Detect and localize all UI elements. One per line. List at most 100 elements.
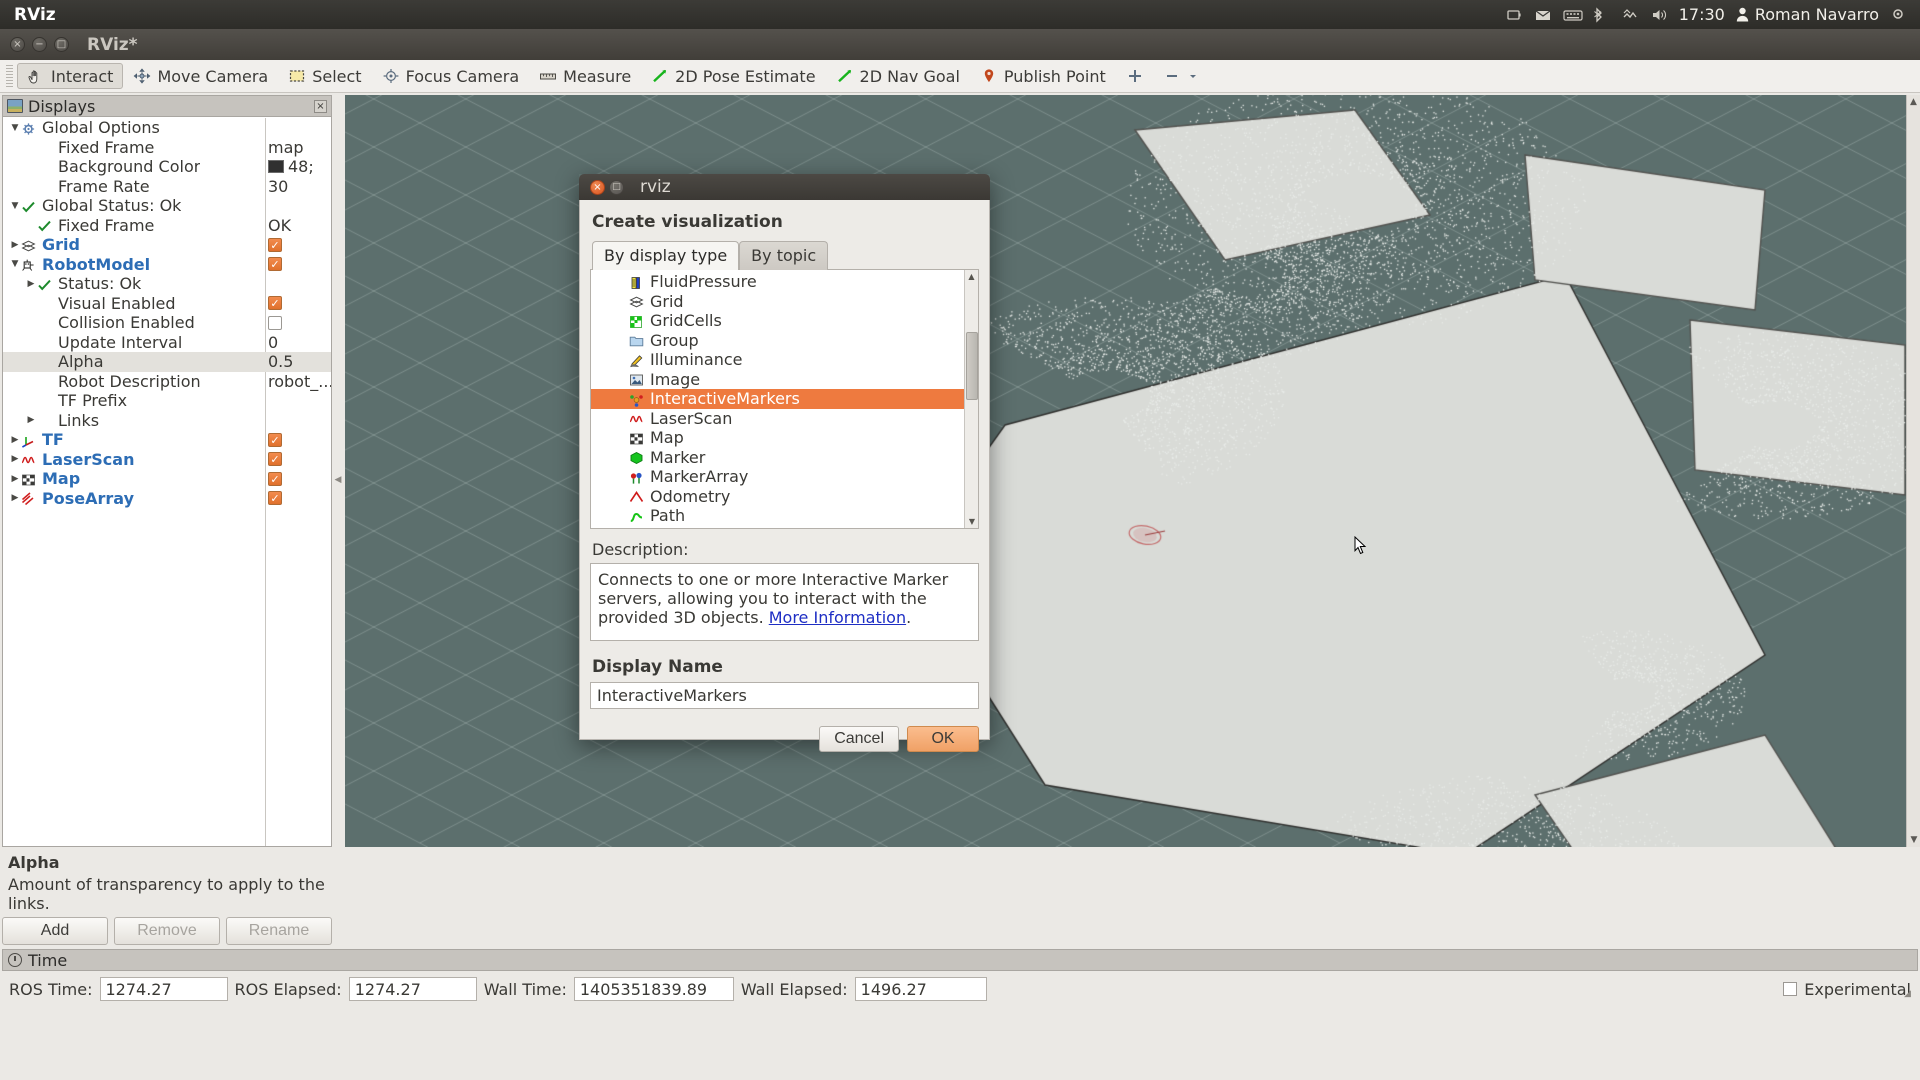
- display-type-item[interactable]: Map: [591, 428, 964, 448]
- tree-row-value[interactable]: 0.5: [268, 352, 293, 372]
- maximize-icon[interactable]: □: [54, 37, 69, 52]
- expand-arrow-closed-icon[interactable]: ▶: [9, 454, 21, 464]
- add-button[interactable]: Add: [2, 917, 108, 945]
- display-type-item[interactable]: Odometry: [591, 487, 964, 507]
- tree-row-value[interactable]: ✓: [268, 489, 282, 509]
- display-type-item[interactable]: Marker: [591, 448, 964, 468]
- tool-add[interactable]: [1116, 63, 1154, 89]
- wall-time-input[interactable]: [574, 977, 734, 1001]
- more-information-link[interactable]: More Information: [769, 608, 906, 627]
- unity-clock[interactable]: 17:30: [1679, 5, 1725, 24]
- tree-row[interactable]: Alpha 0.5: [3, 352, 331, 372]
- session-gear-icon[interactable]: [1890, 6, 1908, 24]
- tool-interact[interactable]: Interact: [17, 63, 123, 89]
- expand-arrow-open-icon[interactable]: ▼: [9, 123, 21, 133]
- display-name-input[interactable]: [590, 682, 979, 709]
- cancel-button[interactable]: Cancel: [819, 726, 899, 752]
- tree-row[interactable]: ▶ Status: Ok: [3, 274, 331, 294]
- tree-row-value[interactable]: map: [268, 138, 304, 158]
- tree-row-value[interactable]: ✓: [268, 450, 282, 470]
- network-icon[interactable]: [1621, 6, 1639, 24]
- expand-arrow-closed-icon[interactable]: ▶: [9, 240, 21, 250]
- tool-publish-point[interactable]: Publish Point: [970, 63, 1116, 89]
- tree-row-value[interactable]: ✓: [268, 294, 282, 314]
- display-type-item[interactable]: InteractiveMarkers: [591, 389, 964, 409]
- scrollbar-thumb[interactable]: [966, 332, 978, 400]
- tool-focus-camera[interactable]: Focus Camera: [372, 63, 530, 89]
- tab-by-topic[interactable]: By topic: [739, 241, 828, 270]
- experimental-checkbox[interactable]: [1783, 982, 1797, 996]
- tree-row-value[interactable]: 48;: [268, 157, 314, 177]
- resize-grip-icon[interactable]: ◢: [1904, 989, 1918, 1003]
- tree-row[interactable]: Background Color 48;: [3, 157, 331, 177]
- mail-icon[interactable]: [1534, 6, 1552, 24]
- tree-row[interactable]: ▼ Global Status: Ok: [3, 196, 331, 216]
- visibility-checkbox[interactable]: ✓: [268, 257, 282, 271]
- tool-remove[interactable]: [1154, 63, 1208, 89]
- display-type-list[interactable]: FluidPressure Grid GridCells Group Illuminan…: [590, 269, 979, 529]
- minimize-icon[interactable]: −: [32, 37, 47, 52]
- tree-row-value[interactable]: OK: [268, 216, 291, 236]
- dialog-maximize-icon[interactable]: □: [609, 180, 624, 195]
- unity-user-menu[interactable]: Roman Navarro: [1736, 5, 1879, 24]
- color-swatch[interactable]: [268, 160, 284, 173]
- display-type-item[interactable]: Image: [591, 370, 964, 390]
- ros-time-input[interactable]: [100, 977, 228, 1001]
- visibility-checkbox[interactable]: ✓: [268, 238, 282, 252]
- expand-arrow-closed-icon[interactable]: ▶: [25, 415, 37, 425]
- expand-arrow-closed-icon[interactable]: ▶: [25, 279, 37, 289]
- display-type-item[interactable]: FluidPressure: [591, 272, 964, 292]
- tree-row[interactable]: ▶ Map ✓: [3, 469, 331, 489]
- expand-arrow-open-icon[interactable]: ▼: [9, 259, 21, 269]
- displays-tree[interactable]: ▼ Global Options Fixed Frame map Background …: [3, 118, 331, 846]
- displays-panel-close-icon[interactable]: ×: [314, 100, 327, 113]
- tool-measure[interactable]: Measure: [529, 63, 641, 89]
- bluetooth-icon[interactable]: [1592, 6, 1610, 24]
- visibility-checkbox[interactable]: ✓: [268, 433, 282, 447]
- display-type-item[interactable]: Illuminance: [591, 350, 964, 370]
- tree-row[interactable]: Robot Description robot_...: [3, 372, 331, 392]
- display-type-item[interactable]: Grid: [591, 292, 964, 312]
- tree-row[interactable]: Collision Enabled: [3, 313, 331, 333]
- view-vertical-scrollbar[interactable]: ▲ ▼: [1906, 95, 1920, 847]
- display-type-item[interactable]: LaserScan: [591, 409, 964, 429]
- tool-select[interactable]: Select: [278, 63, 371, 89]
- wall-elapsed-input[interactable]: [855, 977, 987, 1001]
- battery-icon[interactable]: [1505, 6, 1523, 24]
- scroll-down-icon[interactable]: ▼: [1907, 833, 1920, 847]
- tool-2d-nav-goal[interactable]: 2D Nav Goal: [826, 63, 970, 89]
- tree-row-value[interactable]: 30: [268, 177, 288, 197]
- display-type-item[interactable]: GridCells: [591, 311, 964, 331]
- expand-arrow-closed-icon[interactable]: ▶: [9, 493, 21, 503]
- tree-row-value[interactable]: ✓: [268, 469, 282, 489]
- tree-row[interactable]: ▶ TF ✓: [3, 430, 331, 450]
- tree-row[interactable]: Update Interval 0: [3, 333, 331, 353]
- scroll-down-icon[interactable]: ▼: [965, 515, 979, 528]
- tree-row[interactable]: Visual Enabled ✓: [3, 294, 331, 314]
- tree-row-value[interactable]: 0: [268, 333, 278, 353]
- ok-button[interactable]: OK: [907, 726, 979, 752]
- tree-row[interactable]: ▶ Links: [3, 411, 331, 431]
- visibility-checkbox[interactable]: ✓: [268, 452, 282, 466]
- keyboard-icon[interactable]: [1563, 6, 1581, 24]
- tree-row-value[interactable]: [268, 313, 282, 333]
- tree-row-value[interactable]: ✓: [268, 235, 282, 255]
- tree-row[interactable]: ▼ Global Options: [3, 118, 331, 138]
- display-type-item[interactable]: MarkerArray: [591, 467, 964, 487]
- tree-row[interactable]: ▶ PoseArray ✓: [3, 489, 331, 509]
- visibility-checkbox[interactable]: [268, 316, 282, 330]
- tool-move-camera[interactable]: Move Camera: [123, 63, 278, 89]
- tool-2d-pose-estimate[interactable]: 2D Pose Estimate: [641, 63, 825, 89]
- volume-icon[interactable]: [1650, 6, 1668, 24]
- tree-row-value[interactable]: ✓: [268, 430, 282, 450]
- visibility-checkbox[interactable]: ✓: [268, 491, 282, 505]
- tree-row[interactable]: Fixed Frame map: [3, 138, 331, 158]
- tree-row[interactable]: ▶ LaserScan ✓: [3, 450, 331, 470]
- expand-arrow-closed-icon[interactable]: ▶: [9, 474, 21, 484]
- tree-row[interactable]: Fixed Frame OK: [3, 216, 331, 236]
- tree-row[interactable]: TF Prefix: [3, 391, 331, 411]
- display-type-list-scrollbar[interactable]: ▲ ▼: [964, 270, 978, 528]
- display-type-item[interactable]: Group: [591, 331, 964, 351]
- close-icon[interactable]: ×: [10, 37, 25, 52]
- expand-arrow-open-icon[interactable]: ▼: [9, 201, 21, 211]
